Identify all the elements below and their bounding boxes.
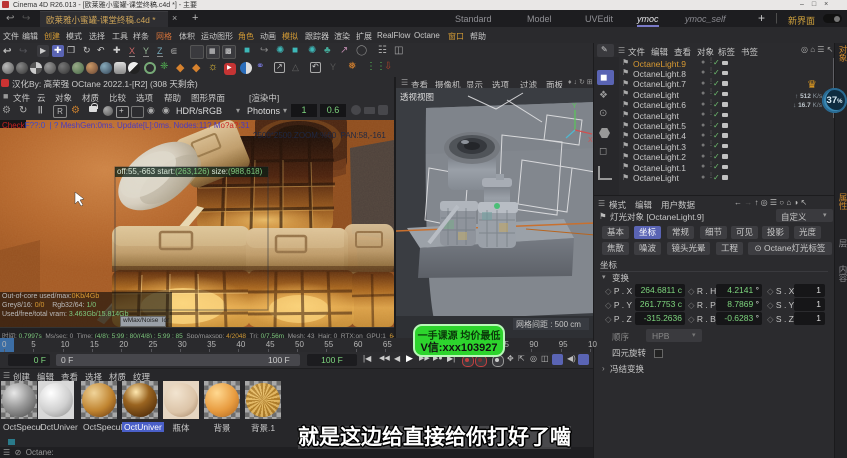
svg-text:Y: Y bbox=[572, 103, 577, 110]
